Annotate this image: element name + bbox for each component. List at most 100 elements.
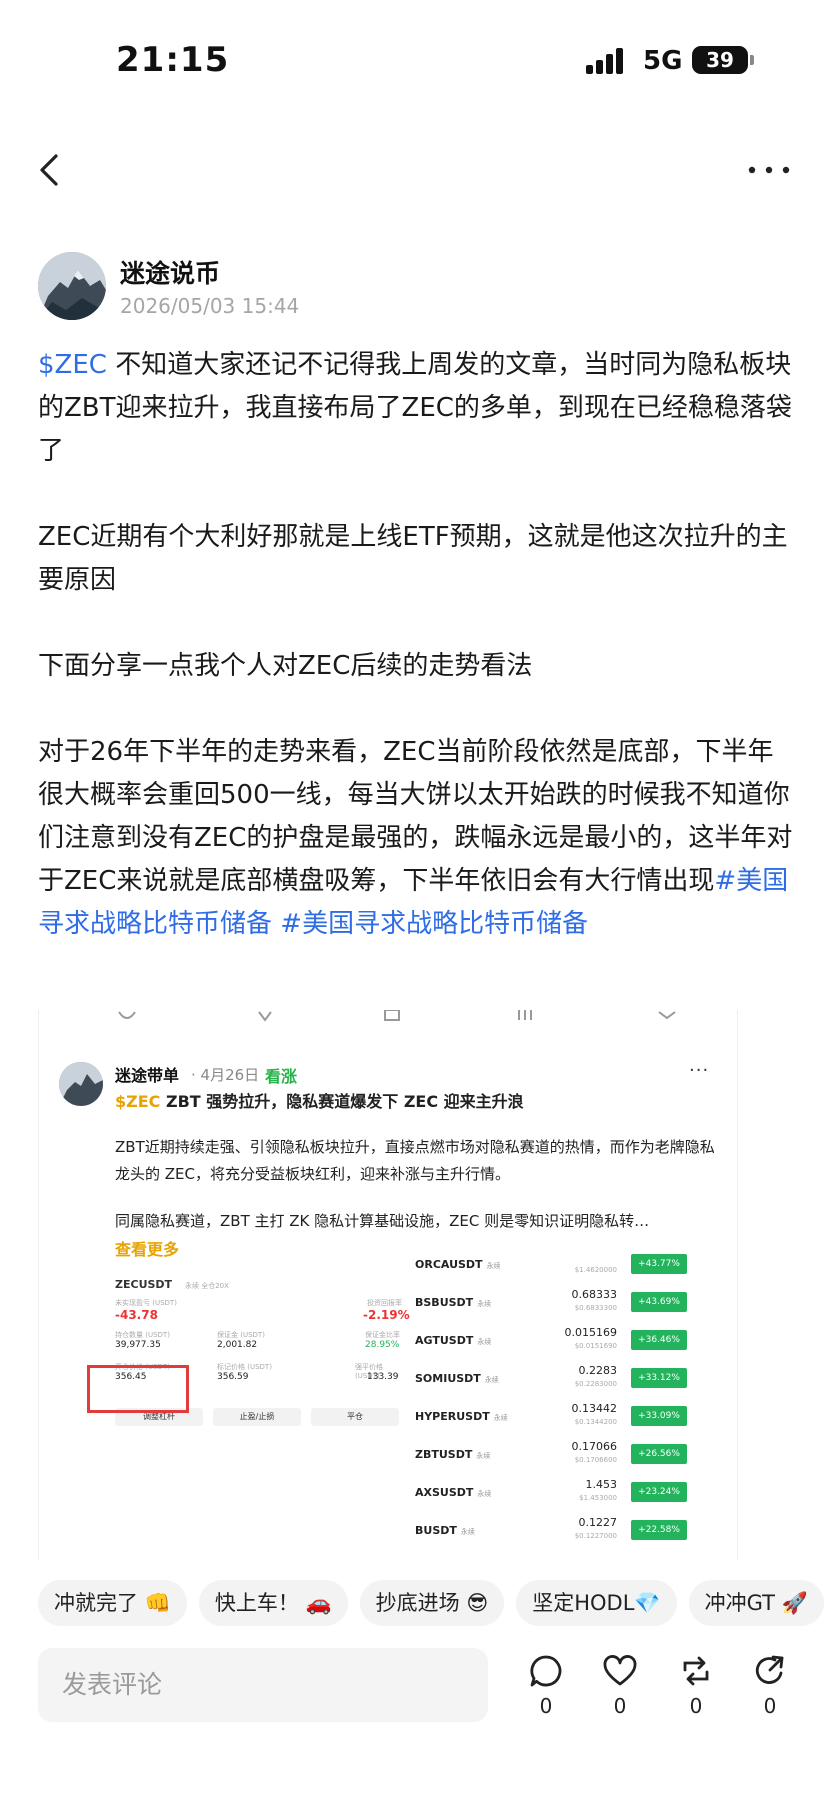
share-button[interactable]: 0 [748, 1654, 792, 1724]
pnl-label: 未实现盈亏 (USDT) [115, 1299, 177, 1307]
roe-value: -2.19% [363, 1308, 410, 1322]
ticker-list: ORCAUSDT 永续 $1.4620000 +43.77% BSBUSDT 永续 0.68… [415, 1254, 715, 1560]
status-bar: 21:15 5G 39 [0, 0, 828, 120]
embed-ticker: $ZEC [115, 1092, 161, 1111]
ticker-change-badge: +43.77% [631, 1254, 687, 1274]
signal-icon [586, 46, 630, 74]
margin-label: 保证金 (USDT) [217, 1331, 265, 1339]
embed-title: $ZEC ZBT 强势拉升，隐私赛道爆发下 ZEC 迎来主升浪 [115, 1088, 524, 1112]
network-type: 5G [643, 46, 683, 76]
back-button[interactable] [36, 150, 66, 190]
ticker-change-badge: +33.09% [631, 1406, 687, 1426]
post-content: $ZEC 不知道大家还记不记得我上周发的文章，当时同为隐私板块的ZBT迎来拉升，… [38, 344, 798, 946]
ticker-change-badge: +26.56% [631, 1444, 687, 1464]
embed-see-more: 查看更多 [115, 1240, 180, 1259]
ticker-price-usd: $1.453000 [579, 1494, 617, 1502]
embedded-screenshot[interactable]: 迷途带单 · 4月26日 看涨 ··· $ZEC ZBT 强势拉升，隐私赛道爆发… [38, 1010, 738, 1560]
ticker-change-badge: +22.58% [631, 1520, 687, 1540]
tp-sl-button: 止盈/止损 [213, 1408, 301, 1426]
ticker-symbol: SOMIUSDT 永续 [415, 1372, 499, 1385]
share-count: 0 [763, 1694, 777, 1718]
reaction-chip[interactable]: 抄底进场 😎 [359, 1580, 505, 1626]
ticker-price: 0.17066 [571, 1440, 618, 1453]
ticker-price: 0.68333 [571, 1288, 618, 1301]
ticker-price-usd: $0.1706600 [574, 1456, 617, 1464]
repost-button[interactable]: 0 [674, 1654, 718, 1724]
quick-reaction-chips: 冲就完了 👊 快上车！ 🚗 抄底进场 😎 坚定HODL💎 冲冲GT 🚀 [38, 1580, 828, 1628]
ticker-change-badge: +36.46% [631, 1330, 687, 1350]
ticker-type: 永续 [460, 1528, 475, 1536]
position-symbol-tags: 永续 全仓20X [185, 1282, 229, 1290]
ticker-price: 0.13442 [571, 1402, 618, 1415]
ticker-symbol: AGTUSDT 永续 [415, 1334, 492, 1347]
post-timestamp: 2026/05/03 15:44 [120, 294, 300, 318]
ticker-row: BSBUSDT 永续 0.68333 $0.6833300 +43.69% [415, 1286, 705, 1324]
ratio-value: 28.95% [365, 1340, 400, 1350]
ticker-price: 0.2283 [578, 1364, 618, 1377]
ticker-symbol: BUSDT 永续 [415, 1524, 475, 1537]
hashtag-link[interactable]: #美国寻求战略比特币储备 [272, 909, 588, 939]
post-paragraph-2: ZEC近期有个大利好那就是上线ETF预期，这就是他这次拉升的主要原因 [38, 522, 788, 595]
margin-value: 2,001.82 [217, 1340, 258, 1350]
ticker-price-usd: $0.6833300 [574, 1304, 617, 1312]
paragraph-text: 不知道大家还记不记得我上周发的文章，当时同为隐私板块的ZBT迎来拉升，我直接布局… [38, 350, 792, 466]
ticker-price-usd: $0.2283000 [574, 1380, 617, 1388]
status-time: 21:15 [116, 40, 230, 80]
reaction-chip[interactable]: 冲就完了 👊 [38, 1580, 187, 1626]
ticker-price-usd: $0.1227000 [574, 1532, 617, 1540]
embed-bullish-tag: 看涨 [265, 1067, 298, 1086]
like-count: 0 [613, 1694, 627, 1718]
more-options-button[interactable] [746, 150, 792, 190]
share-icon [755, 1655, 784, 1684]
roe-label: 投资回报率 [367, 1299, 402, 1307]
ticker-row: BUSDT 永续 0.1227 $0.1227000 +22.58% [415, 1514, 705, 1552]
ticker-price: 0.015169 [564, 1326, 618, 1339]
comment-input[interactable]: 发表评论 [38, 1648, 488, 1722]
ticker-type: 永续 [493, 1414, 508, 1422]
ticker-type: 永续 [477, 1490, 492, 1498]
heart-icon [603, 1655, 637, 1686]
close-position-button: 平仓 [311, 1408, 399, 1426]
ticker-row: AGTUSDT 永续 0.015169 $0.0151690 +36.46% [415, 1324, 705, 1362]
post-paragraph-4: 对于26年下半年的走势来看，ZEC当前阶段依然是底部，下半年很大概率会重回500… [38, 731, 798, 946]
battery-level: 39 [706, 48, 734, 72]
author-name[interactable]: 迷途说币 [120, 254, 220, 290]
battery-icon: 39 [692, 46, 754, 74]
ticker-row: HYPERUSDT 永续 0.13442 $0.1344200 +33.09% [415, 1400, 705, 1438]
ticker-change-badge: +33.12% [631, 1368, 687, 1388]
embed-cropped-toolbar [39, 1010, 737, 1028]
embed-title-text: ZBT 强势拉升，隐私赛道爆发下 ZEC 迎来主升浪 [160, 1092, 524, 1111]
position-symbol: ZECUSDT [115, 1278, 173, 1291]
repost-count: 0 [689, 1694, 703, 1718]
ticker-price-usd: $0.1344200 [574, 1418, 617, 1426]
ticker-type: 永续 [476, 1452, 491, 1460]
ratio-label: 保证金比率 [365, 1331, 400, 1339]
reaction-chip[interactable]: 冲冲GT 🚀 [688, 1580, 824, 1626]
ticker-type: 永续 [477, 1300, 492, 1308]
ticker-change-badge: +23.24% [631, 1482, 687, 1502]
embed-date: · 4月26日 [191, 1066, 260, 1084]
reaction-chip[interactable]: 坚定HODL💎 [516, 1580, 677, 1626]
embed-author-name: 迷途带单 [115, 1066, 180, 1085]
like-button[interactable]: 0 [598, 1654, 642, 1724]
ticker-row: AXSUSDT 永续 1.453 $1.453000 +23.24% [415, 1476, 705, 1514]
comment-button[interactable]: 0 [524, 1654, 568, 1724]
ticker-price: 1.453 [585, 1478, 618, 1491]
mountain-avatar-image [38, 252, 106, 320]
ticker-symbol: ZBTUSDT 永续 [415, 1448, 491, 1461]
mark-label: 标记价格 (USDT) [217, 1363, 272, 1371]
comment-icon [530, 1655, 562, 1687]
embed-paragraph-1: ZBT近期持续走强、引领隐私板块拉升，直接点燃市场对隐私赛道的热情，而作为老牌隐… [115, 1138, 715, 1183]
reaction-chip[interactable]: 快上车！ 🚗 [198, 1580, 348, 1626]
ticker-link[interactable]: $ZEC [38, 350, 107, 380]
repost-icon [683, 1656, 709, 1686]
liq-value: 133.39 [367, 1372, 399, 1382]
ticker-symbol: HYPERUSDT 永续 [415, 1410, 508, 1423]
post-paragraph-1: $ZEC 不知道大家还记不记得我上周发的文章，当时同为隐私板块的ZBT迎来拉升，… [38, 344, 798, 473]
embed-avatar [59, 1062, 103, 1106]
author-avatar[interactable] [38, 252, 106, 320]
ticker-row: ZBTUSDT 永续 0.17066 $0.1706600 +26.56% [415, 1438, 705, 1476]
paragraph-text: 对于26年下半年的走势来看，ZEC当前阶段依然是底部，下半年很大概率会重回500… [38, 737, 793, 896]
embed-more-icon: ··· [689, 1060, 710, 1081]
highlight-box [87, 1365, 189, 1413]
